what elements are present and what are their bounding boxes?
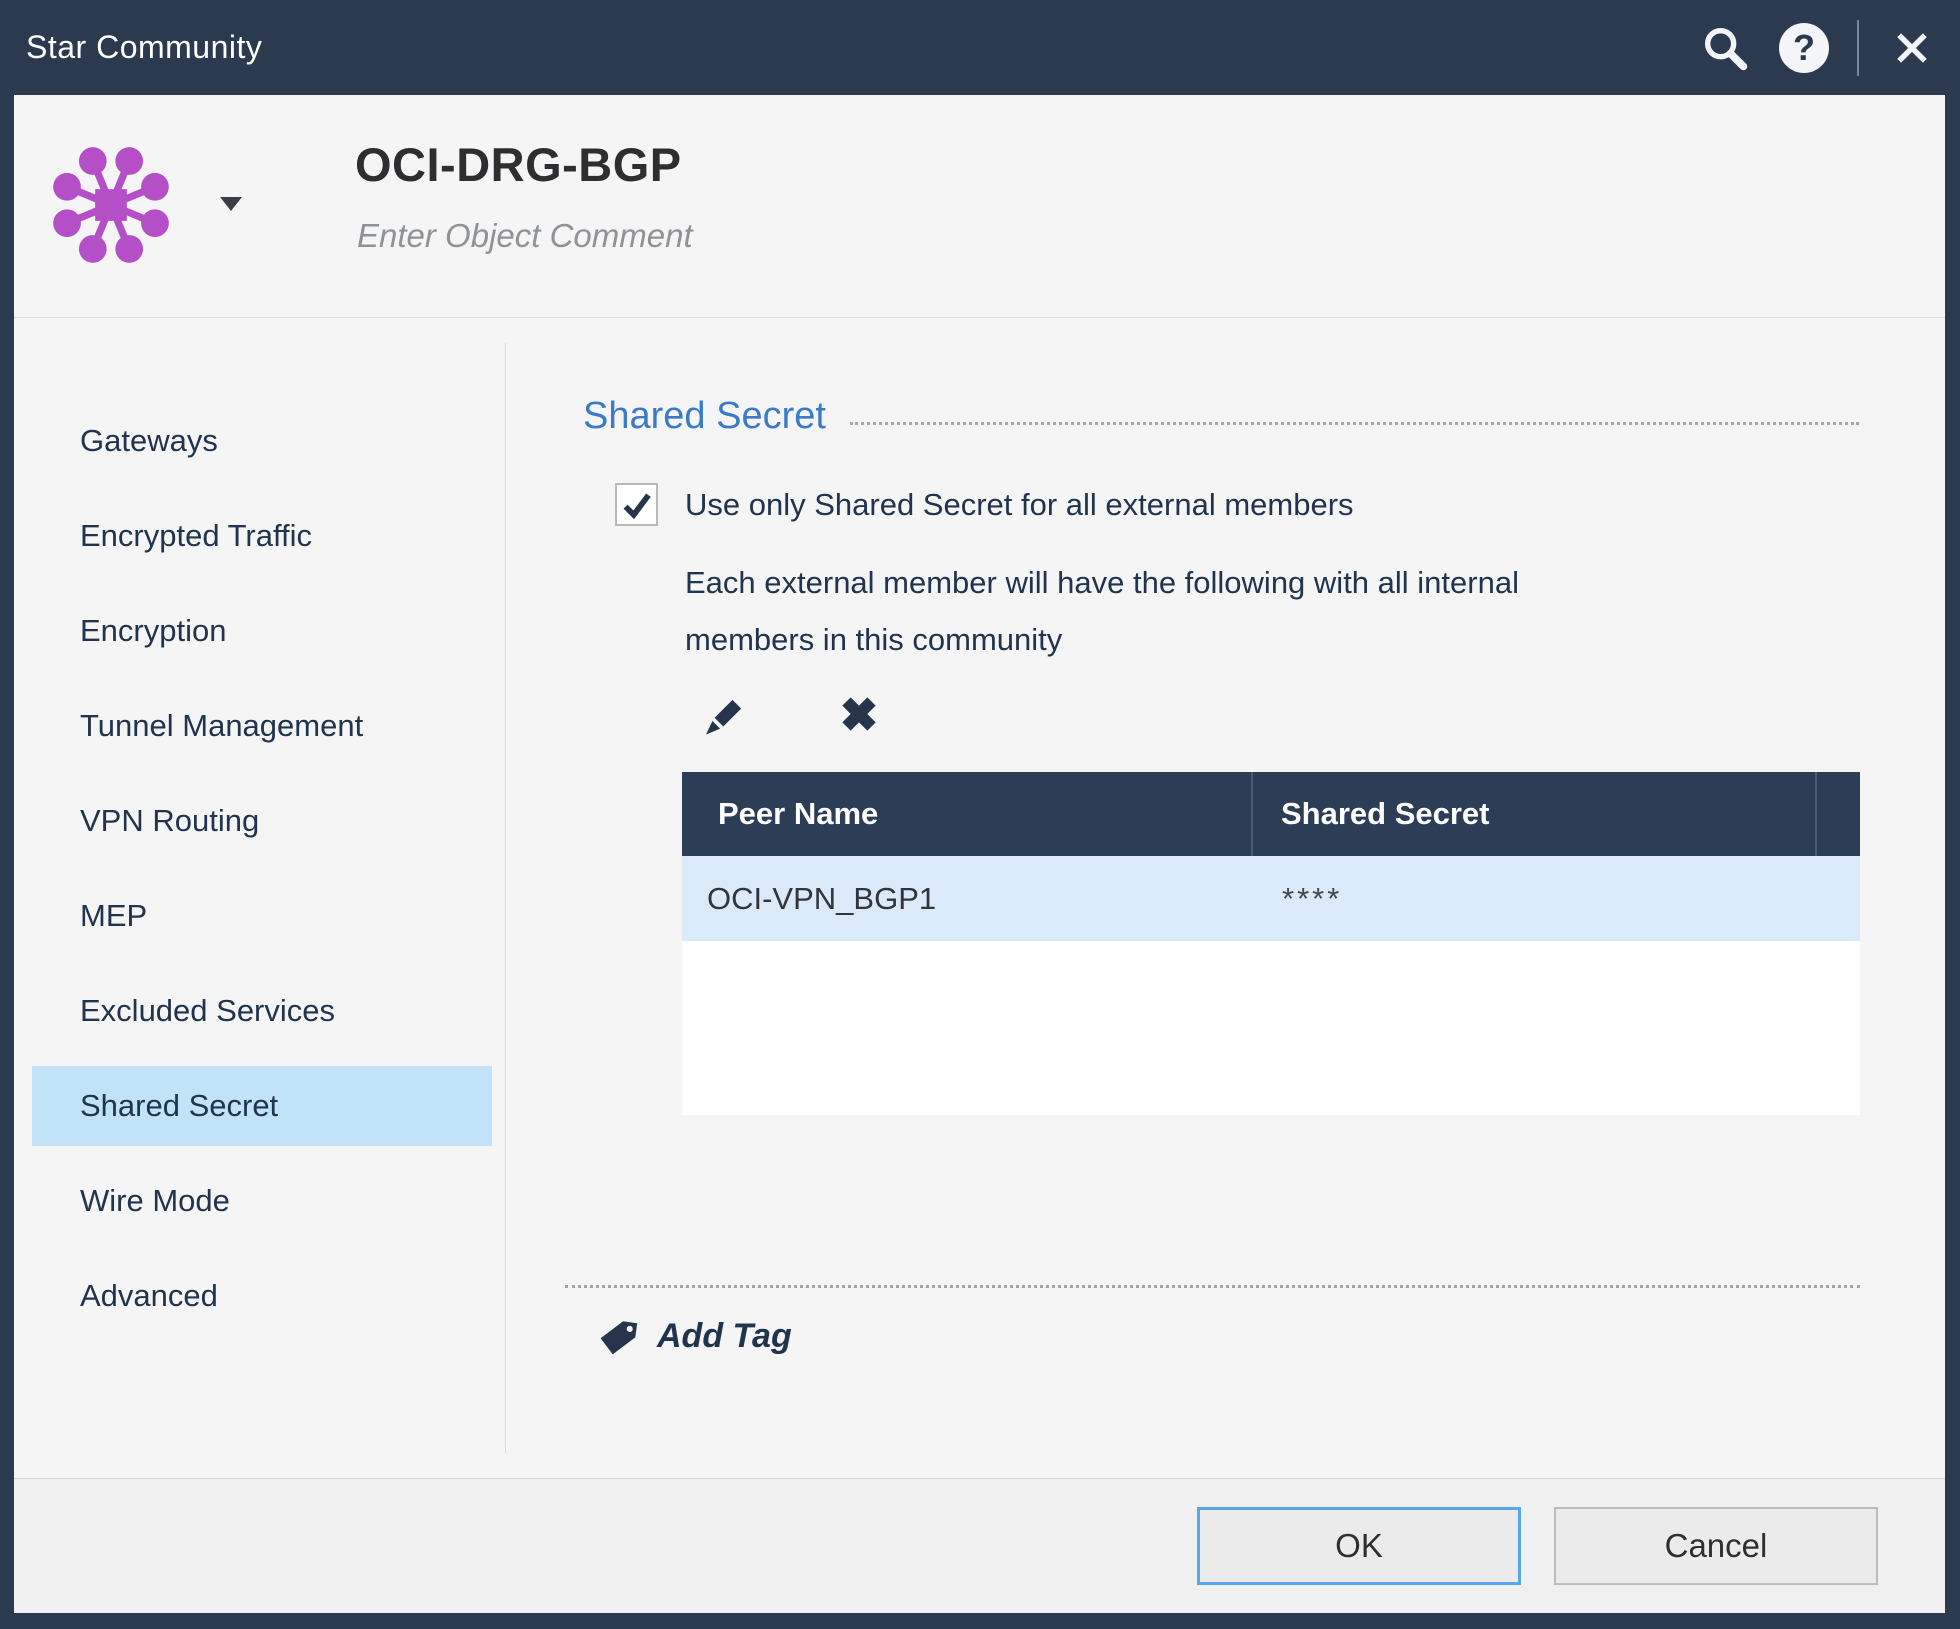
- shared-secret-checkbox-row: Use only Shared Secret for all external …: [615, 483, 1354, 526]
- sidebar-item-encryption[interactable]: Encryption: [32, 591, 492, 671]
- delete-x-icon[interactable]: [833, 688, 885, 740]
- table-header-row: Peer Name Shared Secret: [682, 772, 1860, 856]
- community-icon-dropdown-icon[interactable]: [220, 197, 242, 211]
- use-only-shared-secret-checkbox[interactable]: [615, 483, 658, 526]
- sidebar-item-advanced[interactable]: Advanced: [32, 1256, 492, 1336]
- description-line-1: Each external member will have the follo…: [685, 554, 1519, 611]
- help-glyph: ?: [1793, 27, 1815, 69]
- titlebar-divider: [1857, 20, 1859, 76]
- sidebar-item-tunnel-management[interactable]: Tunnel Management: [32, 686, 492, 766]
- object-comment-input[interactable]: Enter Object Comment: [357, 217, 693, 255]
- close-icon[interactable]: [1886, 22, 1938, 74]
- dialog-footer: OK Cancel: [14, 1478, 1945, 1613]
- object-header: OCI-DRG-BGP Enter Object Comment: [14, 95, 1945, 318]
- sidebar-separator: [505, 343, 506, 1453]
- ok-button[interactable]: OK: [1197, 1507, 1521, 1585]
- object-name[interactable]: OCI-DRG-BGP: [355, 137, 682, 192]
- sidebar-nav: Gateways Encrypted Traffic Encryption Tu…: [14, 401, 505, 1351]
- peer-name-cell: OCI-VPN_BGP1: [682, 881, 1253, 917]
- star-community-dialog: Star Community ?: [0, 0, 1960, 1629]
- shared-secret-description: Each external member will have the follo…: [685, 554, 1519, 668]
- cancel-button[interactable]: Cancel: [1554, 1507, 1878, 1585]
- sidebar-item-gateways[interactable]: Gateways: [32, 401, 492, 481]
- star-community-icon[interactable]: [45, 139, 177, 276]
- sidebar-item-shared-secret[interactable]: Shared Secret: [32, 1066, 492, 1146]
- section-header: Shared Secret: [583, 395, 1859, 438]
- titlebar-icons: ?: [1699, 20, 1938, 76]
- dialog-body: OCI-DRG-BGP Enter Object Comment Gateway…: [14, 95, 1945, 1613]
- column-header-shared-secret[interactable]: Shared Secret: [1253, 772, 1817, 856]
- shared-secret-cell: ****: [1253, 881, 1342, 917]
- sidebar-item-excluded-services[interactable]: Excluded Services: [32, 971, 492, 1051]
- tag-icon: [600, 1318, 638, 1356]
- section-separator: [565, 1285, 1860, 1288]
- sidebar-item-encrypted-traffic[interactable]: Encrypted Traffic: [32, 496, 492, 576]
- column-header-spacer: [1817, 772, 1860, 856]
- sidebar-item-wire-mode[interactable]: Wire Mode: [32, 1161, 492, 1241]
- shared-secret-table: Peer Name Shared Secret OCI-VPN_BGP1 ***…: [682, 772, 1860, 1115]
- table-row[interactable]: OCI-VPN_BGP1 ****: [682, 856, 1860, 941]
- table-toolbar: [700, 688, 885, 740]
- sidebar-item-vpn-routing[interactable]: VPN Routing: [32, 781, 492, 861]
- add-tag-button[interactable]: Add Tag: [600, 1317, 792, 1356]
- titlebar: Star Community ?: [0, 0, 1960, 95]
- edit-pencil-icon[interactable]: [700, 688, 752, 740]
- add-tag-label: Add Tag: [657, 1317, 792, 1356]
- checkmark-icon: [619, 487, 655, 523]
- checkbox-label: Use only Shared Secret for all external …: [685, 487, 1354, 523]
- sidebar-item-mep[interactable]: MEP: [32, 876, 492, 956]
- section-title-rule: [850, 422, 1859, 425]
- description-line-2: members in this community: [685, 611, 1519, 668]
- search-icon[interactable]: [1699, 22, 1751, 74]
- dialog-title: Star Community: [26, 29, 262, 66]
- column-header-peer-name[interactable]: Peer Name: [682, 772, 1253, 856]
- section-title: Shared Secret: [583, 395, 826, 438]
- help-icon[interactable]: ?: [1778, 22, 1830, 74]
